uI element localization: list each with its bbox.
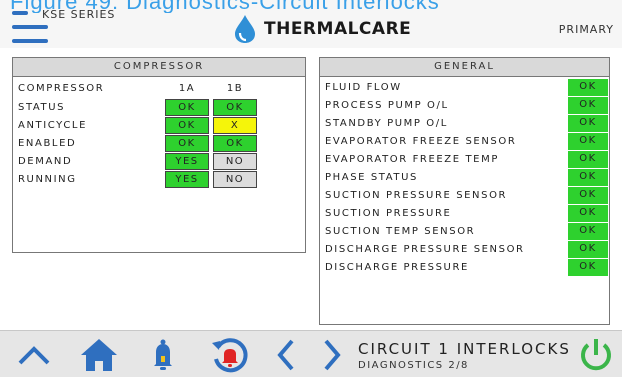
general-row-label: FLUID FLOW xyxy=(325,82,402,93)
droplet-logo-icon xyxy=(235,15,255,43)
general-row: EVAPORATOR FREEZE SENSOR OK xyxy=(320,133,609,151)
col-1a-header: 1A xyxy=(178,83,196,94)
compressor-panel-title: COMPRESSOR xyxy=(13,58,305,77)
status-cell: OK xyxy=(568,115,608,132)
general-row-label: SUCTION TEMP SENSOR xyxy=(325,226,476,237)
general-row-label: EVAPORATOR FREEZE TEMP xyxy=(325,154,499,165)
footer-bar: CIRCUIT 1 INTERLOCKS DIAGNOSTICS 2/8 xyxy=(0,330,622,377)
status-cell: OK xyxy=(568,223,608,240)
general-row-label: SUCTION PRESSURE xyxy=(325,208,452,219)
up-icon xyxy=(18,346,50,365)
prev-icon xyxy=(277,339,294,371)
compressor-row-label: STATUS xyxy=(18,102,66,113)
status-cell: OK xyxy=(568,151,608,168)
status-cell-1b: NO xyxy=(213,153,257,170)
compressor-row: ANTICYCLE OK X xyxy=(13,117,305,135)
screen-subtitle: DIAGNOSTICS 2/8 xyxy=(358,360,469,371)
up-button[interactable] xyxy=(14,335,54,375)
general-row-label: SUCTION PRESSURE SENSOR xyxy=(325,190,508,201)
alarm-button[interactable] xyxy=(146,335,180,375)
status-cell-1a: OK xyxy=(165,117,209,134)
status-cell-1b: OK xyxy=(213,99,257,116)
compressor-row: STATUS OK OK xyxy=(13,99,305,117)
status-cell-1b: NO xyxy=(213,171,257,188)
general-row: DISCHARGE PRESSURE SENSOR OK xyxy=(320,241,609,259)
next-icon xyxy=(324,339,341,371)
reset-alarm-icon xyxy=(212,338,248,373)
previous-button[interactable] xyxy=(272,335,300,375)
compressor-panel: COMPRESSOR COMPRESSOR 1A 1B STATUS OK OK AN… xyxy=(12,57,306,253)
main-content: COMPRESSOR COMPRESSOR 1A 1B STATUS OK OK AN… xyxy=(0,48,622,330)
general-row-label: PROCESS PUMP O/L xyxy=(325,100,449,111)
compressor-row: RUNNING YES NO xyxy=(13,171,305,189)
general-row-label: DISCHARGE PRESSURE xyxy=(325,262,469,273)
general-row-label: EVAPORATOR FREEZE SENSOR xyxy=(325,136,517,147)
role-label: PRIMARY xyxy=(558,23,614,36)
power-button[interactable] xyxy=(576,335,616,375)
power-icon xyxy=(581,339,611,371)
status-cell: OK xyxy=(568,79,608,96)
brand-name: THERMALCARE xyxy=(264,19,412,39)
general-row-label: DISCHARGE PRESSURE SENSOR xyxy=(325,244,525,255)
compressor-row-label: ENABLED xyxy=(18,138,77,149)
next-button[interactable] xyxy=(318,335,346,375)
status-cell: OK xyxy=(568,241,608,258)
compressor-row-label: DEMAND xyxy=(18,156,73,167)
status-cell: OK xyxy=(568,97,608,114)
alarm-reset-button[interactable] xyxy=(208,335,252,375)
general-row: SUCTION PRESSURE OK xyxy=(320,205,609,223)
general-row: STANDBY PUMP O/L OK xyxy=(320,115,609,133)
col-1b-header: 1B xyxy=(226,83,244,94)
status-cell-1a: OK xyxy=(165,99,209,116)
general-row: SUCTION TEMP SENSOR OK xyxy=(320,223,609,241)
compressor-col-label: COMPRESSOR xyxy=(18,83,105,94)
general-panel: GENERAL FLUID FLOW OK PROCESS PUMP O/L OK ST… xyxy=(319,57,610,325)
general-row: SUCTION PRESSURE SENSOR OK xyxy=(320,187,609,205)
header-bar: Figure 49: Diagnostics-Circuit Interlock… xyxy=(0,0,622,48)
status-cell: OK xyxy=(568,133,608,150)
screen-title: CIRCUIT 1 INTERLOCKS xyxy=(358,340,571,358)
status-cell: OK xyxy=(568,169,608,186)
general-row: FLUID FLOW OK xyxy=(320,79,609,97)
compressor-header-row: COMPRESSOR 1A 1B xyxy=(13,80,305,98)
general-row: PHASE STATUS OK xyxy=(320,169,609,187)
status-cell: OK xyxy=(568,259,608,276)
home-icon xyxy=(81,339,117,371)
compressor-row: DEMAND YES NO xyxy=(13,153,305,171)
general-row-label: STANDBY PUMP O/L xyxy=(325,118,448,129)
status-cell-1b: X xyxy=(213,117,257,134)
compressor-row-label: ANTICYCLE xyxy=(18,120,88,131)
home-button[interactable] xyxy=(76,335,122,375)
general-row: PROCESS PUMP O/L OK xyxy=(320,97,609,115)
series-label: KSE SERIES xyxy=(42,8,116,21)
status-cell: OK xyxy=(568,187,608,204)
status-cell-1a: YES xyxy=(165,153,209,170)
status-cell-1b: OK xyxy=(213,135,257,152)
status-cell-1a: OK xyxy=(165,135,209,152)
brand-logo: THERMALCARE xyxy=(232,14,411,44)
compressor-row-label: RUNNING xyxy=(18,174,77,185)
bell-icon xyxy=(154,339,172,370)
general-row-label: PHASE STATUS xyxy=(325,172,418,183)
general-row: DISCHARGE PRESSURE OK xyxy=(320,259,609,277)
compressor-row: ENABLED OK OK xyxy=(13,135,305,153)
status-cell-1a: YES xyxy=(165,171,209,188)
general-row: EVAPORATOR FREEZE TEMP OK xyxy=(320,151,609,169)
general-panel-title: GENERAL xyxy=(320,58,609,77)
status-cell: OK xyxy=(568,205,608,222)
